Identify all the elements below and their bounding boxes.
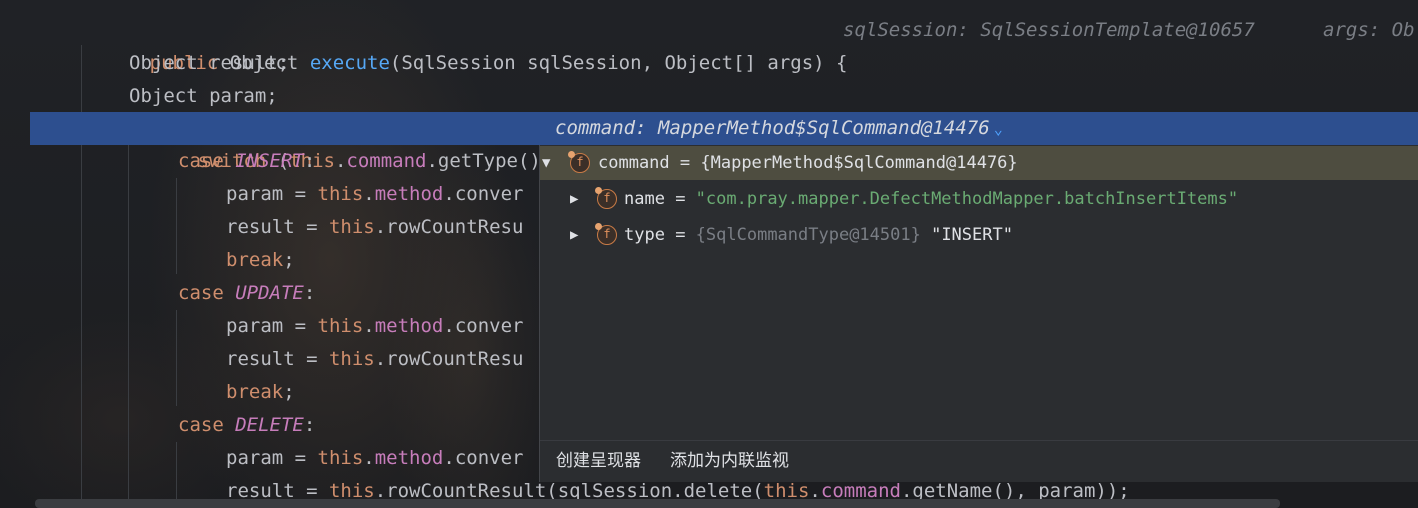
- semicolon: ;: [283, 381, 295, 403]
- keyword: break: [226, 249, 284, 271]
- semicolon: ;: [283, 249, 295, 271]
- debug-hint-sqlsession: sqlSession: SqlSessionTemplate@10657: [843, 19, 1255, 41]
- current-execution-line[interactable]: switch (this.command.getType()) { comman…: [30, 112, 1418, 172]
- chevron-down-icon[interactable]: ⌄: [994, 120, 1003, 138]
- code-editor[interactable]: public Object execute(SqlSession sqlSess…: [0, 0, 1418, 508]
- code-line[interactable]: Object result;: [0, 47, 1418, 80]
- keyword: this: [317, 447, 364, 469]
- popup-footer: 创建呈现器 添加为内联监视: [540, 440, 1418, 482]
- keyword: this: [317, 183, 364, 205]
- code-text: result =: [226, 348, 329, 370]
- field-name: method: [374, 447, 444, 469]
- field-icon: f: [595, 187, 617, 209]
- code-text: .rowCountResu: [374, 348, 524, 370]
- code-text: Object param;: [129, 85, 278, 107]
- debug-hint-args: args: Ob: [1323, 19, 1415, 41]
- tree-node-type[interactable]: ▶ f type = {SqlCommandType@14501} "INSER…: [540, 218, 1418, 252]
- keyword: break: [226, 381, 284, 403]
- code-text: Object result;: [129, 52, 290, 74]
- keyword: case: [178, 282, 224, 304]
- dot: .: [363, 447, 375, 469]
- node-value: {MapperMethod$SqlCommand@14476}: [700, 153, 1018, 173]
- enum-constant: UPDATE: [235, 282, 304, 304]
- field-icon: f: [595, 223, 617, 245]
- code-text: result =: [226, 216, 329, 238]
- enum-constant: INSERT: [235, 150, 304, 172]
- field-name: method: [374, 315, 444, 337]
- keyword: this: [328, 348, 375, 370]
- node-name: command: [598, 153, 670, 173]
- code-text: .rowCountResu: [374, 216, 524, 238]
- horizontal-scrollbar[interactable]: [35, 499, 1280, 508]
- expanded-arrow-icon[interactable]: ▼: [542, 146, 550, 180]
- equals: =: [669, 153, 701, 173]
- colon: :: [303, 414, 316, 436]
- equals: =: [664, 225, 696, 245]
- code-text: param =: [226, 315, 318, 337]
- keyword: case: [178, 414, 224, 436]
- colon: :: [303, 150, 316, 172]
- node-value: "com.pray.mapper.DefectMethodMapper.batc…: [695, 189, 1239, 209]
- add-inline-watch-link[interactable]: 添加为内联监视: [670, 441, 789, 481]
- field-name: method: [374, 183, 444, 205]
- dot: .: [363, 315, 375, 337]
- code-line[interactable]: public Object execute(SqlSession sqlSess…: [0, 14, 1418, 74]
- equals: =: [664, 189, 696, 209]
- node-name: type: [624, 225, 665, 245]
- code-text: .conver: [443, 315, 524, 337]
- colon: :: [303, 282, 316, 304]
- debug-value-popup[interactable]: ▼ f command = {MapperMethod$SqlCommand@1…: [539, 145, 1418, 482]
- keyword: this: [317, 315, 364, 337]
- enum-constant: DELETE: [235, 414, 304, 436]
- create-renderer-link[interactable]: 创建呈现器: [556, 441, 641, 481]
- inline-value-text: command: MapperMethod$SqlCommand@14476: [555, 117, 990, 139]
- code-text: .conver: [443, 183, 524, 205]
- field-icon: f: [568, 151, 590, 173]
- node-value: "INSERT": [920, 225, 1013, 245]
- code-text: .conver: [443, 447, 524, 469]
- collapsed-arrow-icon[interactable]: ▶: [570, 218, 578, 252]
- keyword: case: [178, 150, 224, 172]
- code-text: param =: [226, 183, 318, 205]
- collapsed-arrow-icon[interactable]: ▶: [570, 182, 578, 216]
- code-line[interactable]: Object param;: [0, 80, 1418, 113]
- inline-debug-value[interactable]: command: MapperMethod$SqlCommand@14476 ⌄: [555, 112, 1003, 146]
- node-name: name: [624, 189, 665, 209]
- node-ref: {SqlCommandType@14501}: [695, 225, 921, 245]
- keyword: this: [328, 216, 375, 238]
- code-text: param =: [226, 447, 318, 469]
- tree-node-command[interactable]: ▼ f command = {MapperMethod$SqlCommand@1…: [540, 146, 1418, 180]
- dot: .: [363, 183, 375, 205]
- tree-node-name[interactable]: ▶ f name = "com.pray.mapper.DefectMethod…: [540, 182, 1418, 216]
